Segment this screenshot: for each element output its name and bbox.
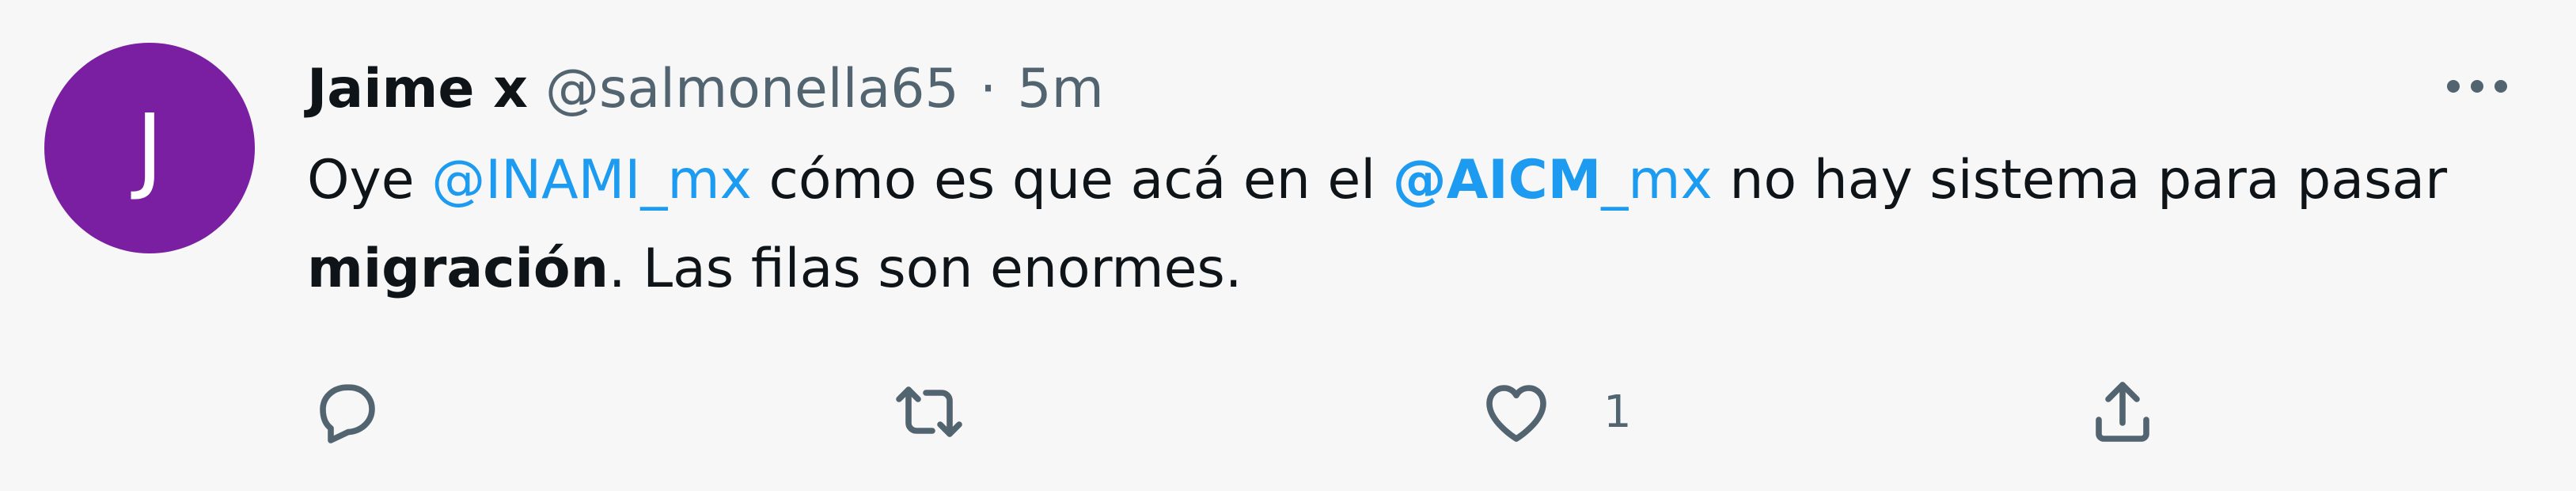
user-handle[interactable]: @salmonella65 (545, 58, 959, 120)
tweet-text: Oye @INAMI_mx cómo es que acá en el @AIC… (307, 136, 2491, 314)
mention-aicm-bold: @AICM (1392, 149, 1602, 211)
separator-dot: · (979, 57, 997, 120)
text-segment: Oye (307, 149, 432, 211)
share-button[interactable] (2085, 364, 2161, 459)
tweet-actions: 1 (0, 364, 2576, 459)
highlighted-word: migración (307, 238, 609, 300)
mention-inami[interactable]: @INAMI_mx (431, 149, 752, 211)
more-dot (2447, 80, 2460, 93)
heart-icon (1486, 385, 1546, 442)
mention-aicm-rest: _mx (1601, 149, 1713, 211)
avatar[interactable]: J (44, 43, 255, 253)
share-icon (2096, 382, 2149, 442)
mention-aicm[interactable]: @AICM_mx (1393, 149, 1713, 211)
like-count: 1 (1603, 386, 1632, 438)
text-segment: no hay sistema para pasar (1712, 149, 2448, 211)
text-segment: . Las filas son enormes. (609, 238, 1242, 300)
reply-button[interactable] (309, 364, 385, 459)
display-name[interactable]: Jaime x (307, 58, 528, 120)
like-button[interactable]: 1 (1478, 364, 1632, 459)
tweet-card[interactable]: J Jaime x @salmonella65 · 5m Oye @INAMI_… (0, 0, 2576, 491)
more-dot (2494, 80, 2507, 93)
reply-icon (320, 384, 375, 443)
avatar-letter: J (135, 93, 164, 203)
text-segment: cómo es que acá en el (751, 149, 1393, 211)
tweet-timestamp[interactable]: 5m (1017, 58, 1104, 120)
tweet-header: Jaime x @salmonella65 · 5m (307, 49, 1104, 128)
more-options-icon[interactable] (2434, 59, 2521, 114)
more-dot (2471, 80, 2483, 93)
retweet-button[interactable] (891, 364, 967, 459)
retweet-icon (896, 386, 962, 437)
